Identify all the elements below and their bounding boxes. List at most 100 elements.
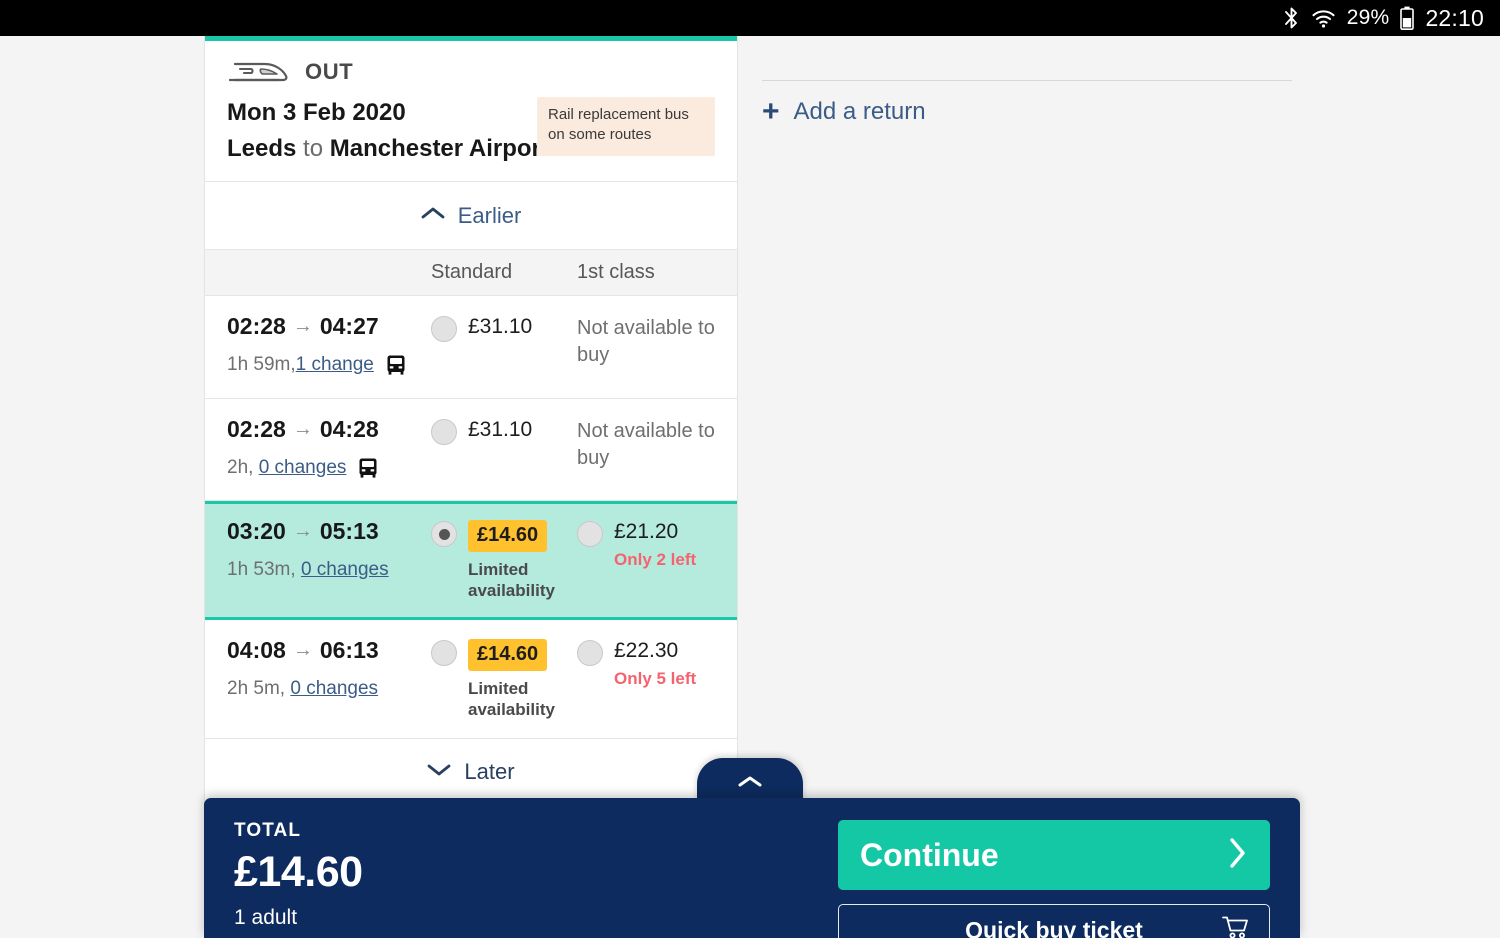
journey-duration-changes: 2h, 0 changes: [227, 454, 431, 483]
earlier-label: Earlier: [457, 202, 522, 228]
journey-times: 03:20 → 05:13 1h 53m, 0 changes: [205, 518, 431, 602]
changes-link[interactable]: 1 change: [296, 351, 374, 380]
total-block: TOTAL £14.60 1 adult: [234, 820, 363, 930]
continue-label: Continue: [860, 836, 999, 873]
changes-link[interactable]: 0 changes: [259, 454, 347, 483]
standard-fare-radio[interactable]: [431, 639, 457, 666]
standard-fare-radio[interactable]: [431, 316, 457, 342]
add-return-button[interactable]: + Add a return: [762, 81, 1292, 127]
standard-fare-note: Limited availability: [468, 678, 555, 719]
table-row[interactable]: 02:28 → 04:28 2h, 0 changes £31.10 Not a…: [205, 398, 737, 501]
first-class-unavailable: Not available to buy: [577, 419, 715, 469]
fare-standard[interactable]: £14.60 Limited availability: [431, 518, 577, 602]
journey-duration-changes: 2h 5m, 0 changes: [227, 675, 431, 704]
duration-label: 2h 5m,: [227, 677, 286, 699]
booking-summary-bar: TOTAL £14.60 1 adult Continue Quick buy …: [204, 798, 1300, 938]
standard-price: £31.10: [468, 315, 533, 338]
standard-fare-note: Limited availability: [468, 560, 555, 601]
standard-price-badge: £14.60: [468, 638, 548, 671]
column-header-first-class: 1st class: [577, 261, 655, 283]
shopping-cart-icon: [1221, 915, 1249, 938]
changes-link[interactable]: 0 changes: [290, 675, 378, 704]
journey-times: 04:08 → 06:13 2h 5m, 0 changes: [205, 637, 431, 721]
quick-buy-label: Quick buy ticket: [965, 916, 1143, 938]
bus-icon: [356, 456, 380, 480]
fare-first-class[interactable]: £21.20 Only 2 left: [577, 518, 737, 602]
cta-block: Continue Quick buy ticket: [838, 820, 1270, 938]
fare-first-class: Not available to buy: [577, 313, 737, 380]
origin-station: Leeds: [227, 135, 297, 162]
table-row[interactable]: 02:28 → 04:27 1h 59m, 1 change £31.10 No…: [205, 296, 737, 399]
first-class-seats-left: Only 2 left: [614, 550, 697, 569]
depart-time: 02:28: [227, 415, 286, 442]
earlier-button[interactable]: Earlier: [205, 182, 737, 250]
fare-standard[interactable]: £14.60 Limited availability: [431, 637, 577, 721]
journey-times: 02:28 → 04:27 1h 59m, 1 change: [205, 313, 431, 380]
route-connector: to: [296, 135, 330, 162]
first-class-seats-left: Only 5 left: [614, 668, 697, 688]
battery-icon: [1400, 6, 1415, 30]
arrow-right-icon: →: [292, 638, 313, 661]
depart-time: 04:08: [227, 636, 286, 663]
column-header-standard: Standard: [431, 261, 513, 283]
table-row-selected[interactable]: 03:20 → 05:13 1h 53m, 0 changes £14.60 L…: [205, 501, 737, 620]
standard-fare-radio[interactable]: [431, 521, 457, 547]
depart-time: 02:28: [227, 313, 286, 339]
duration-label: 1h 53m,: [227, 559, 296, 580]
arrive-time: 04:28: [319, 415, 379, 442]
first-class-unavailable: Not available to buy: [577, 317, 715, 366]
rail-replacement-notice: Rail replacement bus on some routes: [537, 97, 715, 156]
quick-buy-ticket-button[interactable]: Quick buy ticket: [838, 904, 1270, 938]
arrive-time: 04:27: [319, 313, 379, 339]
android-status-bar: 29% 22:10: [0, 0, 1500, 36]
status-bar-clock: 22:10: [1425, 4, 1484, 31]
total-amount: £14.60: [234, 848, 363, 896]
changes-link[interactable]: 0 changes: [301, 556, 389, 585]
first-class-price: £21.20: [614, 520, 679, 543]
standard-fare-radio[interactable]: [431, 418, 457, 445]
passenger-count: 1 adult: [234, 906, 298, 929]
destination-station: Manchester Airport: [329, 135, 549, 162]
plus-icon: +: [762, 95, 780, 128]
later-button[interactable]: Later: [205, 739, 737, 805]
continue-button[interactable]: Continue: [838, 820, 1270, 890]
table-row[interactable]: 04:08 → 06:13 2h 5m, 0 changes £14.60 Li…: [205, 619, 737, 739]
duration-label: 1h 59m,: [227, 354, 296, 375]
chevron-up-icon: [737, 774, 763, 794]
battery-percent-label: 29%: [1346, 6, 1390, 29]
duration-label: 2h,: [227, 456, 254, 478]
fare-standard[interactable]: £31.10: [431, 416, 577, 483]
fare-first-class: Not available to buy: [577, 416, 737, 483]
fare-first-class[interactable]: £22.30 Only 5 left: [577, 637, 737, 721]
journey-duration-changes: 1h 53m, 0 changes: [227, 556, 431, 585]
arrow-right-icon: →: [292, 417, 313, 440]
journey-duration-changes: 1h 59m, 1 change: [227, 351, 431, 380]
standard-price-badge: £14.60: [468, 520, 548, 552]
bluetooth-icon: [1283, 6, 1300, 30]
outbound-results-panel: OUT Mon 3 Feb 2020 Leeds to Manchester A…: [204, 36, 738, 805]
later-label: Later: [464, 759, 515, 784]
standard-price: £31.10: [468, 417, 533, 441]
bus-icon: [384, 353, 408, 377]
chevron-down-icon: [427, 763, 451, 782]
wifi-icon: [1311, 7, 1336, 29]
train-icon: [227, 57, 291, 87]
journey-header: OUT Mon 3 Feb 2020 Leeds to Manchester A…: [205, 41, 737, 182]
fare-standard[interactable]: £31.10: [431, 313, 577, 380]
fare-column-headers: Standard 1st class: [205, 250, 737, 296]
depart-time: 03:20: [227, 518, 286, 544]
total-label: TOTAL: [234, 820, 302, 841]
arrive-time: 05:13: [319, 518, 379, 544]
booking-results-page: OUT Mon 3 Feb 2020 Leeds to Manchester A…: [0, 36, 1500, 938]
first-class-price: £22.30: [614, 638, 679, 662]
add-return-label: Add a return: [793, 98, 926, 125]
first-class-fare-radio[interactable]: [577, 639, 603, 666]
arrow-right-icon: →: [292, 520, 313, 542]
arrow-right-icon: →: [292, 315, 313, 337]
chevron-up-icon: [421, 206, 445, 225]
direction-label: OUT: [305, 59, 354, 84]
first-class-fare-radio[interactable]: [577, 521, 603, 547]
chevron-right-icon: [1228, 836, 1248, 875]
arrive-time: 06:13: [319, 636, 379, 663]
return-panel: + Add a return: [762, 80, 1292, 127]
